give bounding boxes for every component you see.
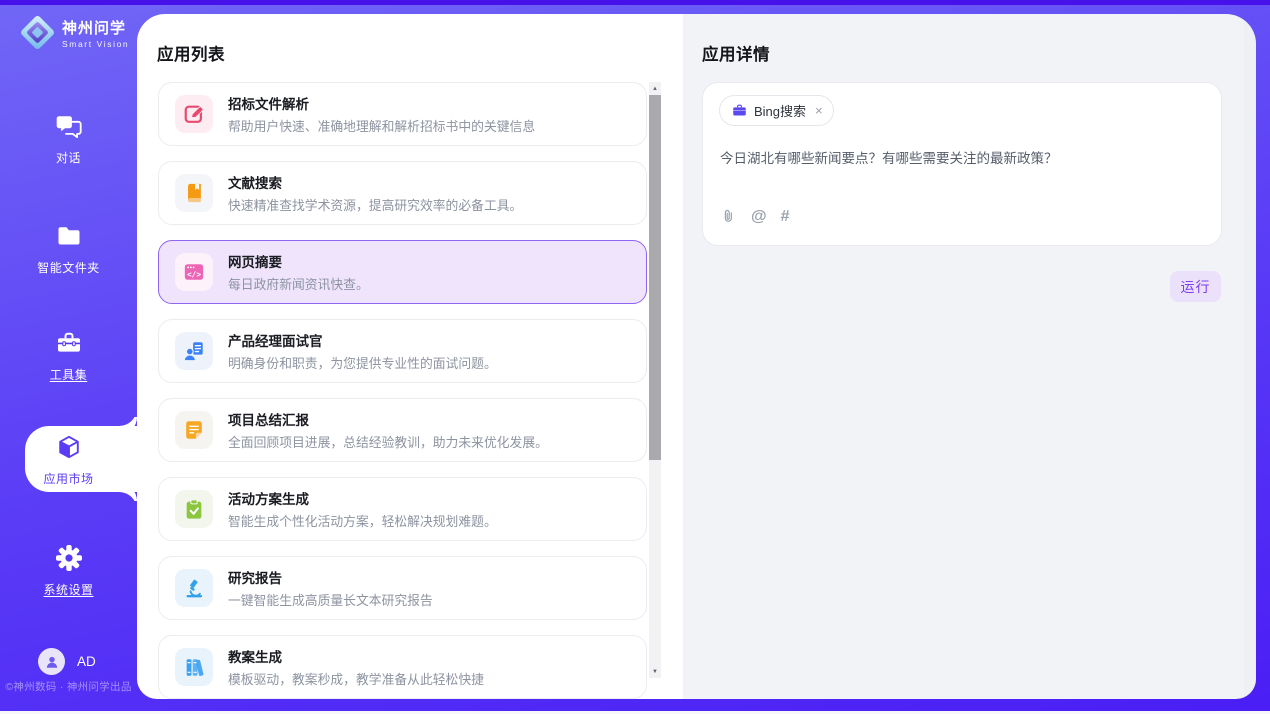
app-card[interactable]: 文献搜索快速精准查找学术资源，提高研究效率的必备工具。: [158, 161, 647, 225]
chat-icon: [56, 113, 82, 139]
brand-subtitle: Smart Vision: [62, 39, 129, 49]
app-list-title: 应用列表: [157, 41, 225, 65]
app-card[interactable]: 研究报告一键智能生成高质量长文本研究报告: [158, 556, 647, 620]
sidebar-item-label: 系统设置: [0, 581, 137, 598]
app-card-list: 招标文件解析帮助用户快速、准确地理解和解析招标书中的关键信息文献搜索快速精准查找…: [158, 82, 647, 699]
app-card-description: 一键智能生成高质量长文本研究报告: [228, 590, 433, 609]
app-card[interactable]: 项目总结汇报全面回顾项目进展，总结经验教训，助力未来优化发展。: [158, 398, 647, 462]
sidebar-item-chat[interactable]: 对话: [0, 113, 137, 166]
run-button[interactable]: 运行: [1170, 271, 1221, 302]
app-card[interactable]: 产品经理面试官明确身份和职责，为您提供专业性的面试问题。: [158, 319, 647, 383]
toolbox-icon: [56, 330, 82, 356]
app-card-description: 全面回顾项目进展，总结经验教训，助力未来优化发展。: [228, 432, 548, 451]
sidebar-item-toolbox[interactable]: 工具集: [0, 330, 137, 383]
app-card[interactable]: </> 网页摘要每日政府新闻资讯快查。: [158, 240, 647, 304]
app-list-panel: 应用列表 招标文件解析帮助用户快速、准确地理解和解析招标书中的关键信息文献搜索快…: [137, 14, 683, 699]
prompt-toolbar: @#: [720, 208, 790, 225]
app-card-title: 活动方案生成: [228, 488, 497, 508]
brand-name: 神州问学: [62, 17, 129, 38]
tool-chip[interactable]: Bing搜索 ×: [719, 95, 834, 126]
scrollbar-thumb[interactable]: [649, 95, 661, 460]
user-initials: AD: [77, 654, 96, 669]
cube-icon: [56, 434, 82, 460]
prompt-card: Bing搜索 × 今日湖北有哪些新闻要点？有哪些需要关注的最新政策？ @#: [702, 82, 1222, 246]
app-list-scrollbar[interactable]: ▲ ▼: [649, 82, 661, 678]
copyright-text: ©神州数码 · 神州问学出品: [0, 679, 137, 694]
app-card-title: 产品经理面试官: [228, 330, 497, 350]
app-detail-panel: 应用详情 Bing搜索 × 今日湖北有哪些新闻要点？有哪些需要关注的最新政策？ …: [683, 14, 1256, 699]
sidebar: 神州问学 Smart Vision 对话智能文件夹工具集应用市场系统设置 AD …: [0, 0, 137, 711]
app-window: 神州问学 Smart Vision 对话智能文件夹工具集应用市场系统设置 AD …: [0, 0, 1270, 711]
sidebar-item-label: 对话: [0, 149, 137, 166]
sidebar-item-folder[interactable]: 智能文件夹: [0, 223, 137, 276]
folder-icon: [56, 223, 82, 249]
app-card-title: 招标文件解析: [228, 93, 535, 113]
app-card[interactable]: 教案生成模板驱动，教案秒成，教学准备从此轻松快捷: [158, 635, 647, 699]
paperclip-icon[interactable]: [720, 208, 737, 225]
app-card-title: 文献搜索: [228, 172, 522, 192]
books-icon: [175, 648, 213, 686]
user-avatar-icon: [38, 648, 65, 675]
app-detail-title: 应用详情: [702, 41, 770, 65]
note-icon: [175, 411, 213, 449]
sidebar-item-label: 智能文件夹: [0, 259, 137, 276]
hash-icon[interactable]: #: [781, 209, 790, 225]
scroll-down-arrow-icon[interactable]: ▼: [649, 665, 661, 678]
user-chip[interactable]: AD: [38, 648, 96, 675]
browser-code-icon: </>: [175, 253, 213, 291]
gear-icon: [56, 545, 82, 571]
microscope-icon: [175, 569, 213, 607]
book-icon: [175, 174, 213, 212]
window-top-strip: [0, 0, 1270, 5]
scroll-up-arrow-icon[interactable]: ▲: [649, 82, 661, 95]
briefcase-icon: [732, 103, 747, 118]
main-content: 应用列表 招标文件解析帮助用户快速、准确地理解和解析招标书中的关键信息文献搜索快…: [137, 14, 1256, 699]
app-card[interactable]: 招标文件解析帮助用户快速、准确地理解和解析招标书中的关键信息: [158, 82, 647, 146]
prompt-input[interactable]: 今日湖北有哪些新闻要点？有哪些需要关注的最新政策？: [720, 149, 1201, 169]
diamond-logo-icon: [19, 14, 56, 51]
svg-text:</>: </>: [187, 270, 201, 279]
interviewer-icon: [175, 332, 213, 370]
app-card-description: 模板驱动，教案秒成，教学准备从此轻松快捷: [228, 669, 484, 688]
app-card[interactable]: 活动方案生成智能生成个性化活动方案，轻松解决规划难题。: [158, 477, 647, 541]
clipboard-check-icon: [175, 490, 213, 528]
detail-scrollbar-track: [1244, 14, 1256, 699]
edit-square-icon: [175, 95, 213, 133]
brand: 神州问学 Smart Vision: [19, 14, 129, 51]
sidebar-item-label: 工具集: [0, 366, 137, 383]
app-card-title: 教案生成: [228, 646, 484, 666]
app-card-description: 快速精准查找学术资源，提高研究效率的必备工具。: [228, 195, 522, 214]
app-card-description: 帮助用户快速、准确地理解和解析招标书中的关键信息: [228, 116, 535, 135]
app-card-description: 每日政府新闻资讯快查。: [228, 274, 369, 293]
chip-close-icon[interactable]: ×: [815, 103, 823, 118]
sidebar-item-cube[interactable]: 应用市场: [0, 434, 137, 487]
app-card-title: 项目总结汇报: [228, 409, 548, 429]
sidebar-item-gear[interactable]: 系统设置: [0, 545, 137, 598]
app-card-title: 网页摘要: [228, 251, 369, 271]
app-card-title: 研究报告: [228, 567, 433, 587]
tool-chip-label: Bing搜索: [754, 101, 806, 120]
app-card-description: 明确身份和职责，为您提供专业性的面试问题。: [228, 353, 497, 372]
mention-icon[interactable]: @: [751, 209, 767, 225]
sidebar-item-label: 应用市场: [0, 470, 137, 487]
app-card-description: 智能生成个性化活动方案，轻松解决规划难题。: [228, 511, 497, 530]
